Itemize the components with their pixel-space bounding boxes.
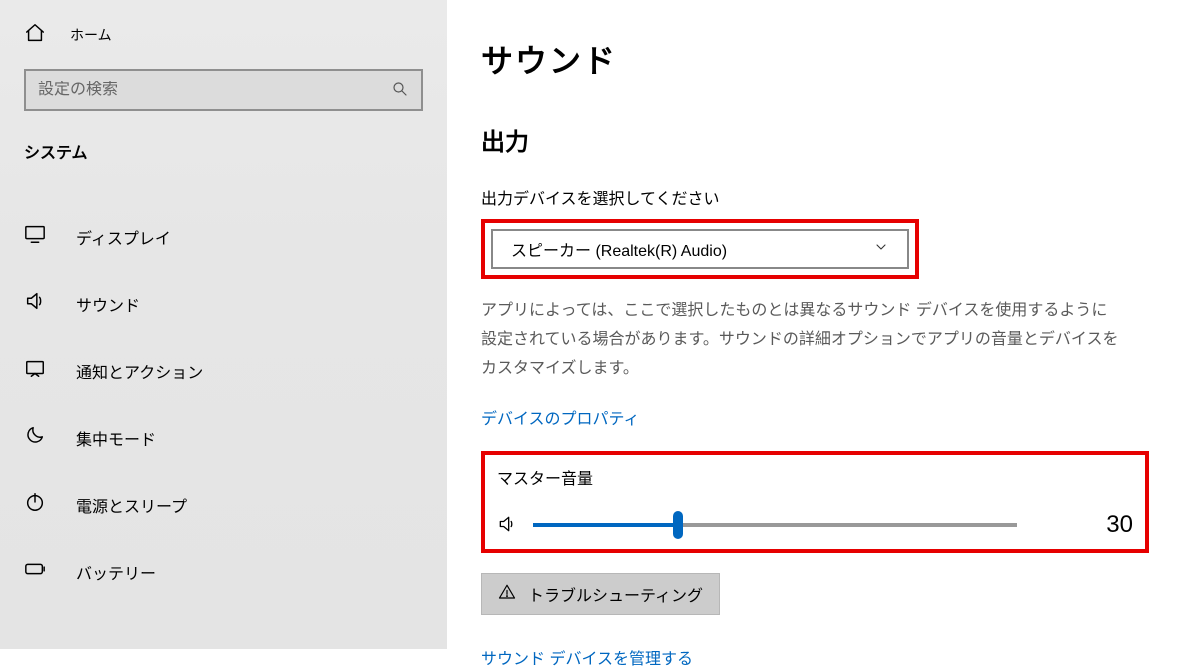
notification-icon	[24, 357, 46, 384]
output-device-select[interactable]: スピーカー (Realtek(R) Audio)	[491, 229, 909, 269]
output-device-value: スピーカー (Realtek(R) Audio)	[511, 237, 727, 261]
page-title: サウンド	[481, 36, 1149, 82]
troubleshoot-button[interactable]: トラブルシューティング	[481, 573, 720, 615]
slider-fill	[533, 523, 678, 527]
output-section-title: 出力	[481, 122, 1149, 157]
home-label: ホーム	[70, 25, 112, 45]
search-icon	[391, 80, 409, 101]
sidebar-item-display[interactable]: ディスプレイ	[24, 203, 423, 270]
sidebar-item-label: 通知とアクション	[76, 359, 203, 383]
volume-low-icon	[497, 514, 517, 537]
search-input-wrapper[interactable]	[24, 69, 423, 111]
nav-list: ディスプレイ サウンド 通知とアクション 集中モード	[24, 203, 423, 605]
slider-thumb[interactable]	[673, 511, 683, 539]
chevron-down-icon	[873, 239, 889, 260]
main-content: サウンド 出力 出力デバイスを選択してください スピーカー (Realtek(R…	[447, 0, 1183, 649]
master-volume-highlight: マスター音量 30	[481, 451, 1149, 553]
category-title: システム	[24, 139, 423, 163]
display-icon	[24, 223, 46, 250]
sidebar-item-focus[interactable]: 集中モード	[24, 404, 423, 471]
troubleshoot-label: トラブルシューティング	[528, 582, 703, 606]
device-properties-link[interactable]: デバイスのプロパティ	[481, 405, 640, 429]
volume-icon	[24, 290, 46, 317]
master-volume-row: 30	[497, 511, 1133, 539]
search-input[interactable]	[38, 81, 391, 99]
warning-icon	[498, 583, 516, 606]
sidebar-item-label: 集中モード	[76, 426, 156, 450]
sidebar-item-label: ディスプレイ	[76, 225, 171, 249]
output-device-highlight: スピーカー (Realtek(R) Audio)	[481, 219, 919, 279]
output-help-text: アプリによっては、ここで選択したものとは異なるサウンド デバイスを使用するように…	[481, 297, 1121, 383]
settings-sidebar: ホーム システム ディスプレイ サウンド	[0, 0, 447, 649]
home-icon	[24, 22, 46, 47]
focus-icon	[24, 424, 46, 451]
sidebar-item-power[interactable]: 電源とスリープ	[24, 471, 423, 538]
sidebar-item-battery[interactable]: バッテリー	[24, 538, 423, 605]
output-device-label: 出力デバイスを選択してください	[481, 185, 1149, 209]
master-volume-label: マスター音量	[497, 465, 1133, 489]
power-icon	[24, 491, 46, 518]
sidebar-item-label: 電源とスリープ	[76, 493, 187, 517]
sidebar-item-sound[interactable]: サウンド	[24, 270, 423, 337]
sidebar-item-label: バッテリー	[76, 560, 156, 584]
battery-icon	[24, 558, 46, 585]
sidebar-item-notifications[interactable]: 通知とアクション	[24, 337, 423, 404]
home-nav[interactable]: ホーム	[24, 0, 423, 69]
master-volume-slider[interactable]	[533, 515, 1017, 535]
sidebar-item-label: サウンド	[76, 292, 140, 316]
master-volume-value: 30	[1093, 511, 1133, 539]
